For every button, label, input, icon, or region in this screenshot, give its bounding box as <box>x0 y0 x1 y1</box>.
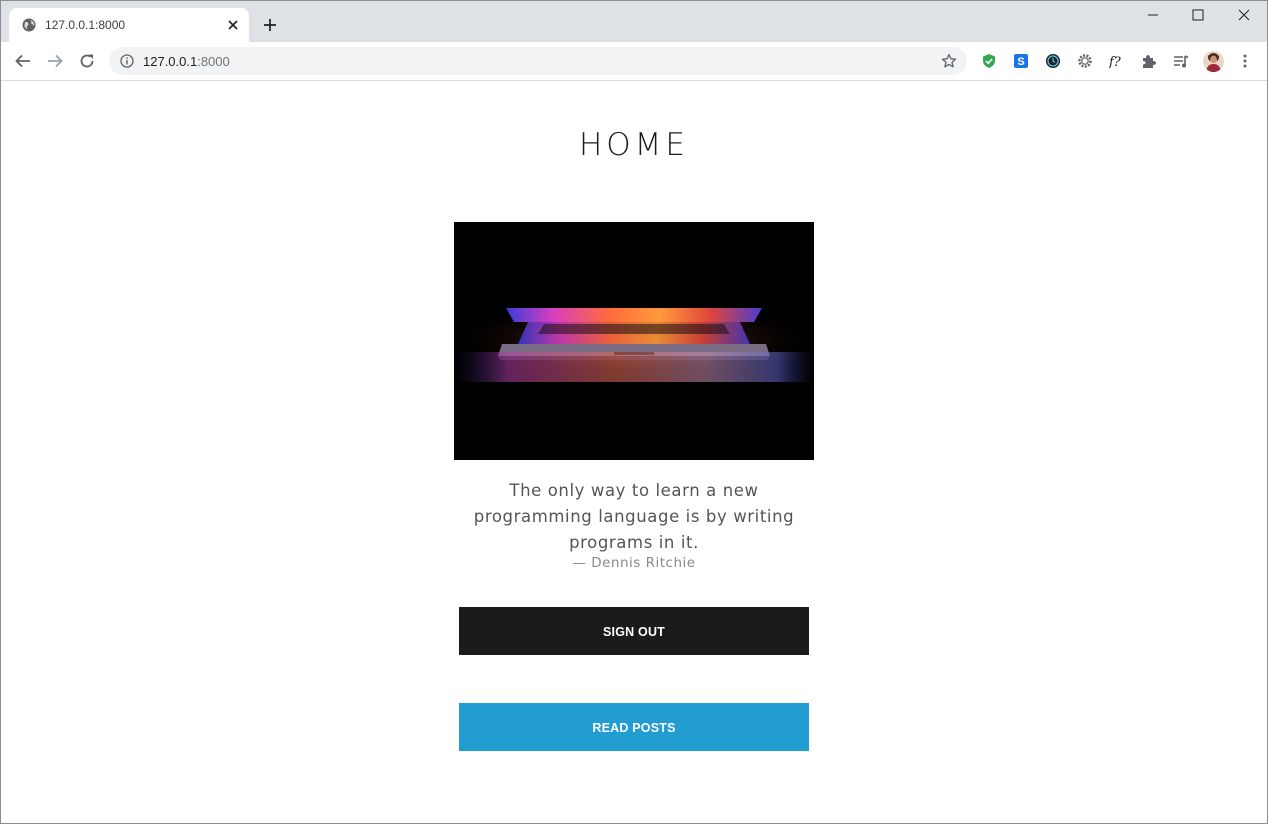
svg-text:f?: f? <box>1109 55 1122 69</box>
hero-laptop-image <box>454 222 814 460</box>
close-tab-icon[interactable] <box>226 18 240 32</box>
media-queue-icon[interactable] <box>1173 53 1189 69</box>
globe-icon <box>22 18 36 32</box>
shield-extension-icon[interactable] <box>981 53 997 69</box>
reload-icon[interactable] <box>78 52 96 70</box>
quote-text: The only way to learn a new programming … <box>473 481 795 552</box>
address-bar[interactable]: 127.0.0.1:8000 <box>109 47 967 75</box>
gear-extension-icon[interactable] <box>1077 53 1093 69</box>
tab-title: 127.0.0.1:8000 <box>45 18 126 32</box>
avatar-image <box>1203 51 1224 72</box>
forward-arrow-icon[interactable] <box>46 52 64 70</box>
puzzle-extensions-icon[interactable] <box>1141 53 1157 69</box>
maximize-icon[interactable] <box>1189 6 1207 24</box>
clock-extension-icon[interactable] <box>1045 53 1061 69</box>
minimize-icon[interactable] <box>1144 6 1162 24</box>
font-question-extension-icon[interactable]: f? <box>1109 53 1125 69</box>
url-host: 127.0.0.1 <box>143 54 198 69</box>
back-arrow-icon[interactable] <box>14 52 32 70</box>
sign-out-button[interactable]: SIGN OUT <box>459 607 809 655</box>
profile-avatar[interactable] <box>1203 51 1224 72</box>
close-window-icon[interactable] <box>1235 6 1253 24</box>
read-posts-button[interactable]: READ POSTS <box>459 703 809 751</box>
url-port: :8000 <box>197 54 230 69</box>
svg-text:S: S <box>1017 56 1024 68</box>
quote-author: — Dennis Ritchie <box>572 555 696 571</box>
page-content: HOME The only way to learn a new program… <box>0 81 1268 824</box>
tab-strip: 127.0.0.1:8000 <box>0 0 1268 42</box>
site-info-icon[interactable] <box>120 54 134 68</box>
new-tab-icon[interactable] <box>262 17 278 33</box>
laptop-illustration <box>454 222 814 460</box>
browser-toolbar: 127.0.0.1:8000 S f? <box>0 42 1268 81</box>
browser-tab[interactable]: 127.0.0.1:8000 <box>9 8 249 42</box>
bookmark-star-icon[interactable] <box>941 53 957 69</box>
kebab-menu-icon[interactable] <box>1238 53 1252 69</box>
url-text[interactable]: 127.0.0.1:8000 <box>143 54 230 69</box>
s-extension-icon[interactable]: S <box>1013 53 1029 69</box>
page-title: HOME <box>578 127 690 163</box>
